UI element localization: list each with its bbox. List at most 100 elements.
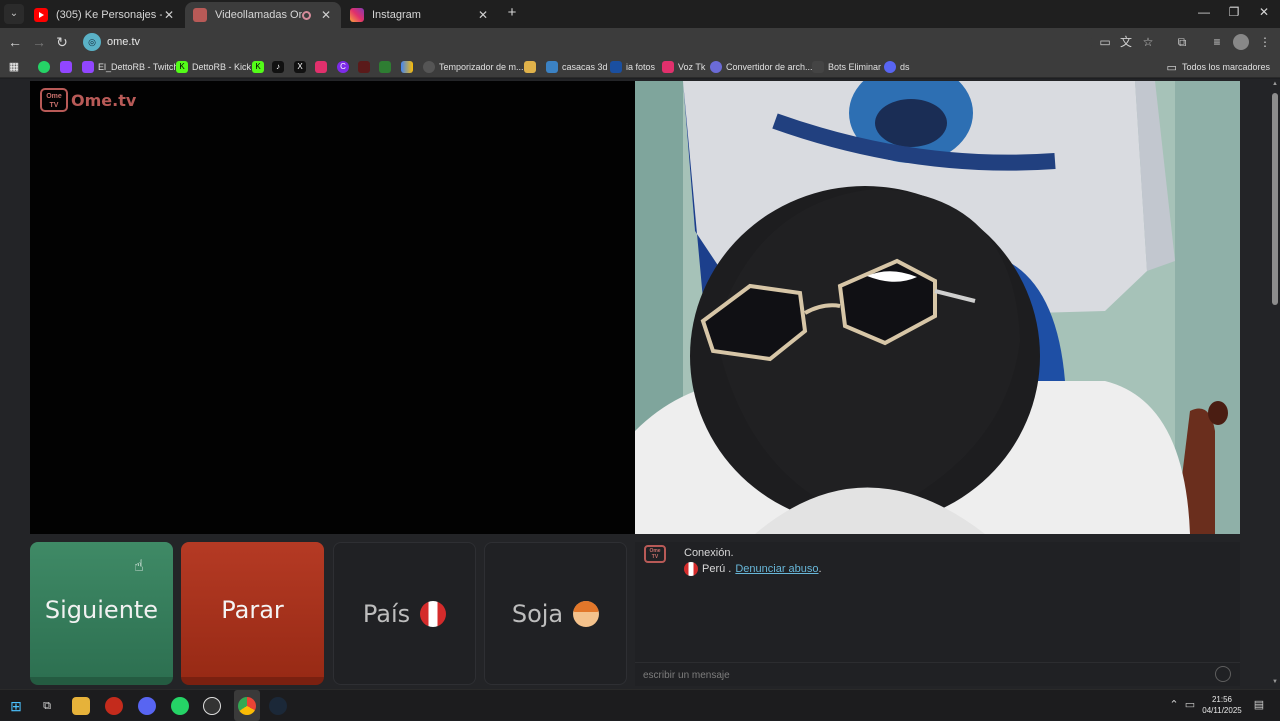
apps-icon: [401, 61, 413, 73]
partner-country: Perú .: [702, 563, 732, 575]
media-controls-icon[interactable]: ≡: [1209, 34, 1225, 50]
bookmark-temporizador[interactable]: Temporizador de m...: [423, 59, 524, 75]
timer-icon: [423, 61, 435, 73]
bookmark-label: Voz Tk: [678, 62, 706, 72]
chrome-icon[interactable]: [238, 697, 256, 715]
bookmark-tiktok[interactable]: ♪: [272, 59, 288, 75]
close-icon[interactable]: ✕: [162, 8, 176, 22]
windows-taskbar: ⊞ ⧉ ⌃ ▭ 21:56 04/11/2025 ▤: [0, 689, 1280, 721]
bookmark-label: Bots Eliminar: [828, 62, 882, 72]
bookmark-ia-fotos[interactable]: ia fotos: [610, 59, 655, 75]
report-abuse-link[interactable]: Denunciar abuso: [735, 563, 818, 575]
obs-icon[interactable]: [203, 697, 221, 715]
game-icon: [358, 61, 370, 73]
bookmark-kick[interactable]: K: [252, 59, 268, 75]
bookmark-canva[interactable]: C: [337, 59, 353, 75]
extensions-icon[interactable]: ⧉: [1174, 34, 1190, 50]
bookmark-convertidor[interactable]: Convertidor de arch...: [710, 59, 813, 75]
close-icon[interactable]: ✕: [319, 8, 333, 22]
whatsapp-icon: [38, 61, 50, 73]
windows-start-icon[interactable]: ⊞: [7, 697, 25, 715]
cast-icon[interactable]: ▭: [1097, 34, 1113, 50]
tray-overflow-icon[interactable]: ⌃: [1167, 698, 1181, 711]
bookmark-voz-tk[interactable]: Voz Tk: [662, 59, 705, 75]
forward-icon[interactable]: →: [30, 33, 48, 51]
system-clock[interactable]: 21:56 04/11/2025: [1200, 694, 1244, 716]
file-explorer-icon[interactable]: [72, 697, 90, 715]
bookmark-twitch[interactable]: [60, 59, 76, 75]
url-text[interactable]: ome.tv: [107, 36, 140, 48]
bookmark-el-dettorb-twitch[interactable]: El_DettoRB - Twitch: [82, 59, 178, 75]
task-view-icon[interactable]: ⧉: [38, 697, 56, 715]
kick-icon: K: [176, 61, 188, 73]
bookmark-instagram[interactable]: [315, 59, 331, 75]
bot-icon: [812, 61, 824, 73]
chat-message-input[interactable]: [643, 667, 1203, 683]
next-button[interactable]: Siguiente ☝: [30, 542, 173, 685]
page-scrollbar[interactable]: ▲ ▼: [1270, 79, 1280, 689]
profile-avatar[interactable]: [1233, 34, 1249, 50]
bookmark-dettorb-kick[interactable]: K DettoRB - Kick: [176, 59, 251, 75]
clock-date: 04/11/2025: [1202, 706, 1242, 715]
chat-input-bar: [635, 662, 1240, 686]
ometv-logo[interactable]: Ome TV Ome.tv: [40, 88, 136, 112]
tab-title: Videollamadas OmeTV — A: [215, 9, 302, 21]
translate-icon[interactable]: 文: [1118, 34, 1134, 50]
app-red-icon[interactable]: [105, 697, 123, 715]
network-icon[interactable]: ▭: [1183, 698, 1197, 711]
scroll-thumb[interactable]: [1272, 93, 1278, 305]
scroll-up-icon[interactable]: ▲: [1271, 81, 1279, 87]
stop-button[interactable]: Parar: [181, 542, 324, 685]
tab-search-icon[interactable]: ⌄: [4, 4, 24, 24]
clock-time: 21:56: [1211, 695, 1233, 704]
back-icon[interactable]: ←: [6, 33, 24, 51]
restore-icon[interactable]: ❐: [1224, 5, 1244, 19]
remote-video: Ome TV Ome.tv: [30, 81, 635, 534]
bookmark-ds[interactable]: ds: [884, 59, 910, 75]
discord-icon[interactable]: [138, 697, 156, 715]
gender-filter-button[interactable]: Soja: [484, 542, 627, 685]
bookmark-label: casacas 3d: [562, 62, 608, 72]
address-bar[interactable]: ◎ ome.tv: [80, 31, 1092, 53]
bookmark-puzzle[interactable]: [379, 59, 395, 75]
bookmark-x[interactable]: X: [294, 59, 310, 75]
bookmark-bots-eliminar[interactable]: Bots Eliminar: [812, 59, 881, 75]
voice-icon: [662, 61, 674, 73]
apps-grid-icon[interactable]: ▦: [8, 59, 24, 75]
bookmarks-bar: ▦ El_DettoRB - Twitch K DettoRB - Kick K …: [0, 56, 1280, 78]
scroll-down-icon[interactable]: ▼: [1271, 679, 1279, 685]
country-filter-button[interactable]: País: [333, 542, 476, 685]
bookmark-whatsapp[interactable]: [38, 59, 54, 75]
chat-panel: Ome TV Conexión. Perú . Denunciar abuso …: [635, 542, 1240, 662]
bookmark-folder[interactable]: [524, 59, 540, 75]
boy-emoji-icon: [573, 600, 600, 627]
tab-ometv[interactable]: Videollamadas OmeTV — A ✕: [185, 2, 341, 28]
bookmark-star-icon[interactable]: ☆: [1140, 34, 1156, 50]
bookmark-label: El_DettoRB - Twitch: [98, 62, 179, 72]
bookmark-game[interactable]: [358, 59, 374, 75]
bookmark-casacas-3d[interactable]: casacas 3d: [546, 59, 608, 75]
minimize-icon[interactable]: —: [1194, 5, 1214, 19]
puzzle-icon: [379, 61, 391, 73]
menu-icon[interactable]: ⋮: [1257, 34, 1273, 50]
tab-instagram[interactable]: Instagram ✕: [342, 2, 498, 28]
all-bookmarks[interactable]: ▭ Todos los marcadores: [1167, 59, 1270, 75]
bookmark-label: Temporizador de m...: [439, 62, 524, 72]
bookmark-apps[interactable]: [401, 59, 417, 75]
new-tab-icon[interactable]: +: [504, 5, 520, 21]
emoji-picker-icon[interactable]: [1215, 666, 1231, 682]
steam-icon[interactable]: [269, 697, 287, 715]
partner-country-line: Perú . Denunciar abuso .: [684, 562, 822, 576]
close-window-icon[interactable]: ✕: [1254, 5, 1274, 19]
ometv-chat-logo-icon: Ome TV: [644, 545, 666, 563]
ometv-logo-icon: Ome TV: [40, 88, 68, 112]
site-info-icon[interactable]: ◎: [83, 33, 101, 51]
whatsapp-icon[interactable]: [171, 697, 189, 715]
reload-icon[interactable]: ↻: [53, 33, 71, 51]
notifications-icon[interactable]: ▤: [1252, 698, 1266, 711]
bookmark-label: ds: [900, 62, 910, 72]
close-icon[interactable]: ✕: [476, 8, 490, 22]
local-video: [635, 81, 1240, 534]
instagram-icon: [350, 8, 364, 22]
tab-youtube[interactable]: (305) Ke Personajes - My Immo ✕: [26, 2, 184, 28]
